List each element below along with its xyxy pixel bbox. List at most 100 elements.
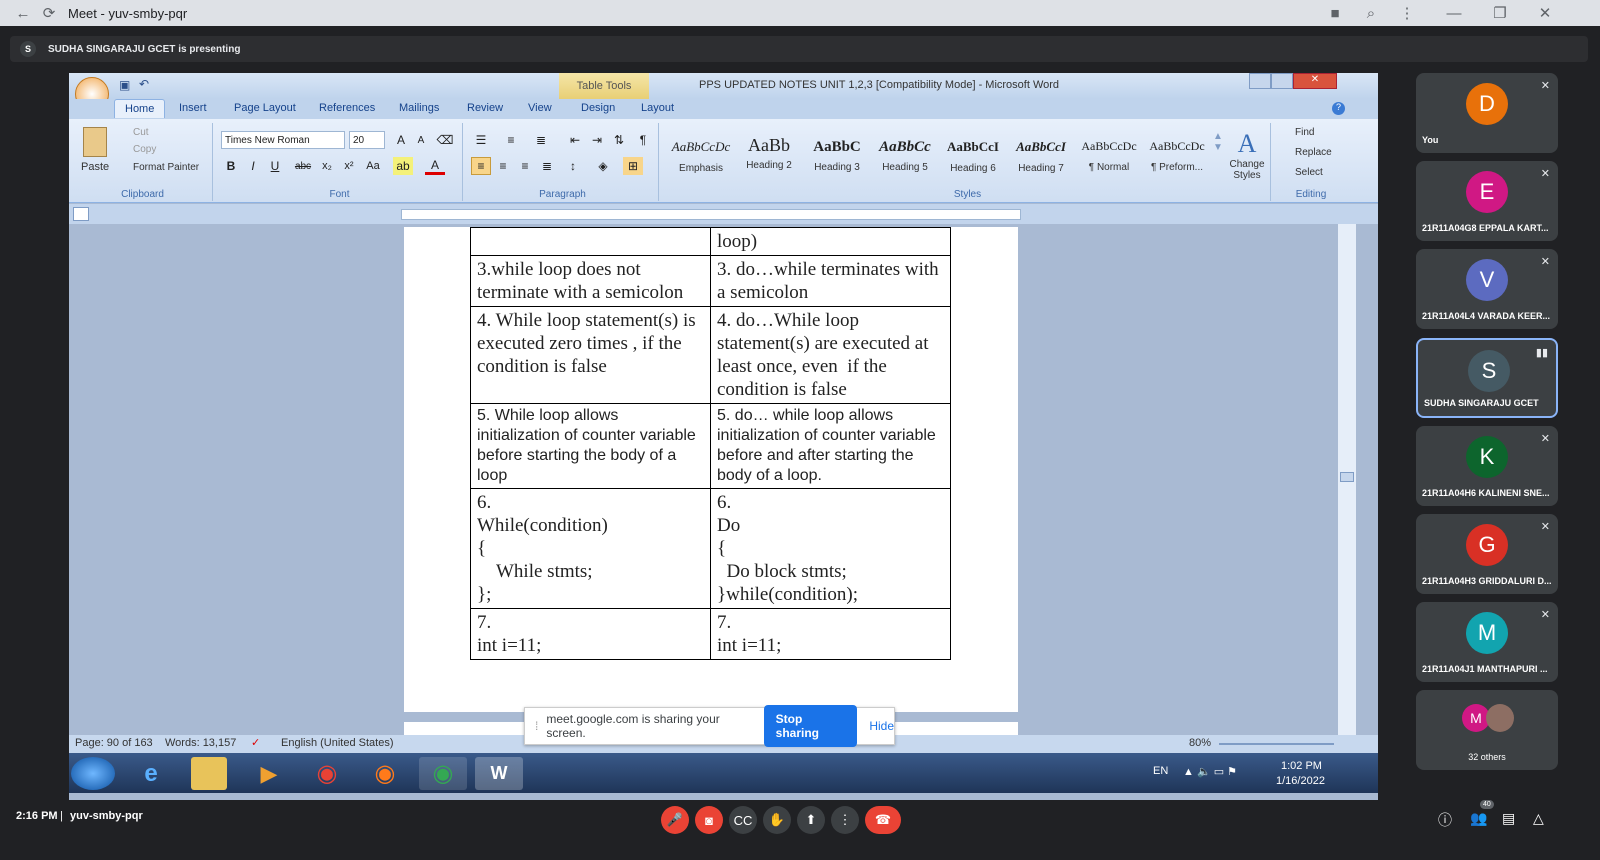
zoom-level[interactable]: 80% xyxy=(1189,737,1211,749)
styles-scroll-icon[interactable]: ▲ ▼ xyxy=(1213,131,1223,153)
table-cell-right[interactable]: 3. do…while terminates with a semicolon xyxy=(710,255,951,307)
change-styles-button[interactable]: A Change Styles xyxy=(1225,129,1269,181)
bullets-button[interactable]: ☰ xyxy=(471,131,491,149)
font-name-select[interactable]: Times New Roman xyxy=(221,131,345,149)
sort-button[interactable]: ⇅ xyxy=(609,131,629,149)
strikethrough-button[interactable]: abc xyxy=(293,157,313,175)
scroll-thumb[interactable] xyxy=(1340,472,1354,482)
copy-button[interactable]: Copy xyxy=(133,144,156,155)
shading-button[interactable]: ◈ xyxy=(593,157,613,175)
table-cell-right[interactable]: 7. int i=11; xyxy=(710,608,951,660)
numbering-button[interactable]: ≡ xyxy=(501,131,521,149)
format-painter-button[interactable]: Format Painter xyxy=(133,162,199,173)
zoom-icon[interactable]: ⌕ xyxy=(1358,0,1384,26)
mic-off-button[interactable]: 🎤 xyxy=(661,806,689,834)
tab-review[interactable]: Review xyxy=(467,102,503,114)
word-close-button[interactable]: ✕ xyxy=(1293,73,1337,89)
ie-icon[interactable]: e xyxy=(127,757,175,790)
increase-indent-button[interactable]: ⇥ xyxy=(587,131,607,149)
camera-off-button[interactable]: ◙ xyxy=(695,806,723,834)
horizontal-ruler[interactable] xyxy=(69,204,1378,224)
cut-button[interactable]: Cut xyxy=(133,127,149,138)
proofing-icon[interactable]: ✓ xyxy=(251,736,260,749)
help-icon[interactable]: ? xyxy=(1332,102,1345,115)
superscript-button[interactable]: x² xyxy=(339,157,359,175)
undo-icon[interactable]: ↶ xyxy=(139,77,149,91)
info-icon[interactable]: ⓘ xyxy=(1438,810,1452,830)
zoom-slider[interactable] xyxy=(1219,743,1334,745)
table-row[interactable]: 7. int i=11; 7. int i=11; xyxy=(470,608,951,660)
font-size-select[interactable]: 20 xyxy=(349,131,385,149)
drag-handle-icon[interactable]: ⁞ xyxy=(535,719,538,733)
chat-icon[interactable]: ▤ xyxy=(1502,810,1515,827)
table-cell-right[interactable]: 5. do… while loop allows initialization … xyxy=(710,403,951,489)
table-cell-left[interactable]: 3.while loop does not terminate with a s… xyxy=(470,255,711,307)
back-arrow-icon[interactable]: ← xyxy=(10,0,36,26)
firefox-icon[interactable]: ◉ xyxy=(361,757,409,790)
media-player-icon[interactable]: ▶ xyxy=(245,757,293,790)
table-row[interactable]: 6. While(condition) { While stmts; }; 6. … xyxy=(470,488,951,609)
style-heading-3[interactable]: AaBbC Heading 3 xyxy=(805,133,869,185)
paste-button[interactable]: Paste xyxy=(81,161,109,173)
find-button[interactable]: Find xyxy=(1295,127,1314,138)
clear-format-button[interactable]: ⌫ xyxy=(435,131,455,149)
page-count[interactable]: Page: 90 of 163 xyxy=(75,737,153,749)
word-count[interactable]: Words: 13,157 xyxy=(165,737,236,749)
select-button[interactable]: Select xyxy=(1295,167,1323,178)
bold-button[interactable]: B xyxy=(221,157,241,175)
style-heading-6[interactable]: AaBbCcI Heading 6 xyxy=(941,133,1005,185)
justify-button[interactable]: ≣ xyxy=(537,157,557,175)
participant-tile[interactable]: D You ✕ xyxy=(1416,73,1558,153)
subscript-button[interactable]: x₂ xyxy=(317,157,337,175)
participant-tile[interactable]: E 21R11A04G8 EPPALA KART... ✕ xyxy=(1416,161,1558,241)
style-preformatted[interactable]: AaBbCcDc ¶ Preform... xyxy=(1145,133,1209,185)
grow-font-button[interactable]: A xyxy=(391,131,411,149)
highlight-button[interactable]: ab xyxy=(393,157,413,175)
decrease-indent-button[interactable]: ⇤ xyxy=(565,131,585,149)
restore-icon[interactable]: ❐ xyxy=(1487,0,1513,26)
paste-icon[interactable] xyxy=(83,127,107,157)
word-restore-button[interactable] xyxy=(1271,73,1293,89)
more-options-button[interactable]: ⋮ xyxy=(831,806,859,834)
replace-button[interactable]: Replace xyxy=(1295,147,1332,158)
others-tile[interactable]: M 32 others xyxy=(1416,690,1558,770)
participant-tile[interactable]: V 21R11A04L4 VARADA KEER... ✕ xyxy=(1416,249,1558,329)
language-indicator[interactable]: EN xyxy=(1153,765,1168,777)
camera-icon[interactable]: ■ xyxy=(1322,0,1348,26)
chrome-active-icon[interactable]: ◉ xyxy=(419,757,467,790)
table-cell-left[interactable] xyxy=(470,227,711,256)
align-right-button[interactable]: ≡ xyxy=(515,157,535,175)
table-cell-left[interactable]: 6. While(condition) { While stmts; }; xyxy=(470,488,711,609)
tab-home[interactable]: Home xyxy=(114,99,166,118)
leave-call-button[interactable]: ☎ xyxy=(865,806,901,834)
explorer-icon[interactable] xyxy=(191,757,227,790)
participant-tile[interactable]: G 21R11A04H3 GRIDDALURI D... ✕ xyxy=(1416,514,1558,594)
close-icon[interactable]: ✕ xyxy=(1532,0,1558,26)
show-formatting-button[interactable]: ¶ xyxy=(633,131,653,149)
style-normal[interactable]: AaBbCcDc ¶ Normal xyxy=(1077,133,1141,185)
participant-tile[interactable]: K 21R11A04H6 KALINENI SNE... ✕ xyxy=(1416,426,1558,506)
table-cell-left[interactable]: 7. int i=11; xyxy=(470,608,711,660)
tab-references[interactable]: References xyxy=(319,102,375,114)
start-button[interactable] xyxy=(71,757,115,790)
participant-tile[interactable]: S SUDHA SINGARAJU GCET ▮▮ xyxy=(1416,338,1558,418)
tab-view[interactable]: View xyxy=(528,102,552,114)
table-row[interactable]: 5. While loop allows initialization of c… xyxy=(470,403,951,489)
present-button[interactable]: ⬆ xyxy=(797,806,825,834)
tab-page-layout[interactable]: Page Layout xyxy=(234,102,296,114)
reload-icon[interactable]: ⟳ xyxy=(36,0,62,26)
people-icon[interactable]: 👥 xyxy=(1470,810,1487,827)
tray-icons[interactable]: ▲ 🔈 ▭ ⚑ xyxy=(1183,765,1237,778)
table-row[interactable]: 4. While loop statement(s) is executed z… xyxy=(470,306,951,404)
clock-time[interactable]: 1:02 PM xyxy=(1281,760,1322,772)
change-case-button[interactable]: Aa xyxy=(363,157,383,175)
table-cell-left[interactable]: 5. While loop allows initialization of c… xyxy=(470,403,711,489)
shrink-font-button[interactable]: A xyxy=(411,131,431,149)
chrome-icon[interactable]: ◉ xyxy=(303,757,351,790)
tab-design[interactable]: Design xyxy=(581,102,615,114)
more-vert-icon[interactable]: ⋮ xyxy=(1394,0,1420,26)
raise-hand-button[interactable]: ✋ xyxy=(763,806,791,834)
line-spacing-button[interactable]: ↕ xyxy=(563,157,583,175)
hide-button[interactable]: Hide xyxy=(869,719,894,733)
participant-tile[interactable]: M 21R11A04J1 MANTHAPURI ... ✕ xyxy=(1416,602,1558,682)
